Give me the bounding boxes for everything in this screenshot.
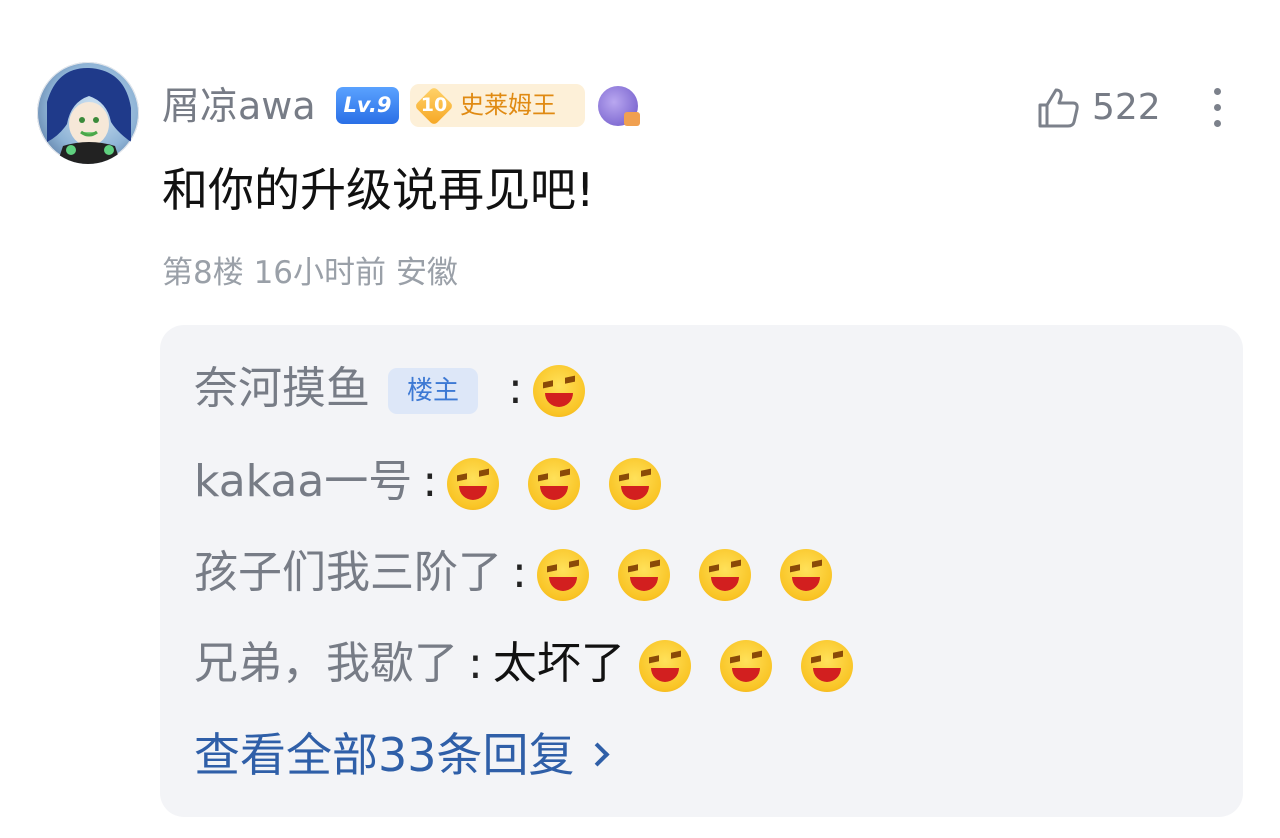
chevron-right-icon bbox=[585, 742, 610, 767]
laughing-emoji-icon bbox=[800, 640, 853, 692]
comment-meta: 第8楼 16小时前 安徽 bbox=[162, 255, 458, 291]
like-count[interactable]: 522 bbox=[1092, 86, 1161, 130]
avatar[interactable] bbox=[37, 62, 139, 164]
more-vertical-icon[interactable] bbox=[1208, 88, 1226, 132]
medal-icon[interactable] bbox=[598, 86, 640, 126]
reply-author[interactable]: kakaa一号 bbox=[194, 456, 412, 507]
reply-item[interactable]: 孩子们我三阶了: bbox=[194, 543, 832, 603]
thumbs-up-icon[interactable] bbox=[1034, 84, 1082, 132]
reply-author[interactable]: 孩子们我三阶了 bbox=[194, 547, 502, 598]
reply-author[interactable]: 兄弟，我歇了 bbox=[194, 638, 458, 689]
reply-item[interactable]: 奈河摸鱼 楼主: bbox=[194, 359, 585, 419]
laughing-emoji-icon bbox=[698, 549, 751, 601]
reply-colon: : bbox=[508, 363, 523, 414]
fan-badge-name: 史莱姆王 bbox=[460, 91, 556, 119]
comment-text: 和你的升级说再见吧! bbox=[162, 163, 595, 217]
reply-author[interactable]: 奈河摸鱼 bbox=[194, 363, 370, 414]
reply-text: 太坏了 bbox=[492, 638, 625, 689]
laughing-emoji-icon bbox=[779, 549, 832, 601]
level-badge: Lv.9 bbox=[336, 87, 399, 124]
reply-colon: : bbox=[468, 638, 483, 689]
laughing-emoji-icon bbox=[536, 549, 589, 601]
fan-badge[interactable]: 10 史莱姆王 bbox=[410, 84, 585, 127]
laughing-emoji-icon bbox=[447, 458, 500, 510]
laughing-emoji-icon bbox=[609, 458, 662, 510]
reply-item[interactable]: 兄弟，我歇了: 太坏了 bbox=[194, 634, 853, 694]
laughing-emoji-icon bbox=[528, 458, 581, 510]
reply-colon: : bbox=[512, 547, 527, 598]
reply-section[interactable]: 奈河摸鱼 楼主: kakaa一号: 孩子们我三阶了: 兄弟，我歇了: 太坏了 查看全… bbox=[160, 325, 1243, 817]
view-all-label: 查看全部33条回复 bbox=[194, 728, 575, 782]
laughing-emoji-icon bbox=[719, 640, 772, 692]
host-badge: 楼主 bbox=[388, 368, 478, 414]
fan-badge-level: 10 bbox=[420, 94, 448, 116]
laughing-emoji-icon bbox=[617, 549, 670, 601]
laughing-emoji-icon bbox=[532, 365, 585, 417]
reply-item[interactable]: kakaa一号: bbox=[194, 452, 662, 512]
laughing-emoji-icon bbox=[638, 640, 691, 692]
username[interactable]: 屑凉awa bbox=[162, 82, 316, 130]
view-all-replies-link[interactable]: 查看全部33条回复 bbox=[194, 723, 610, 787]
reply-colon: : bbox=[422, 456, 438, 507]
